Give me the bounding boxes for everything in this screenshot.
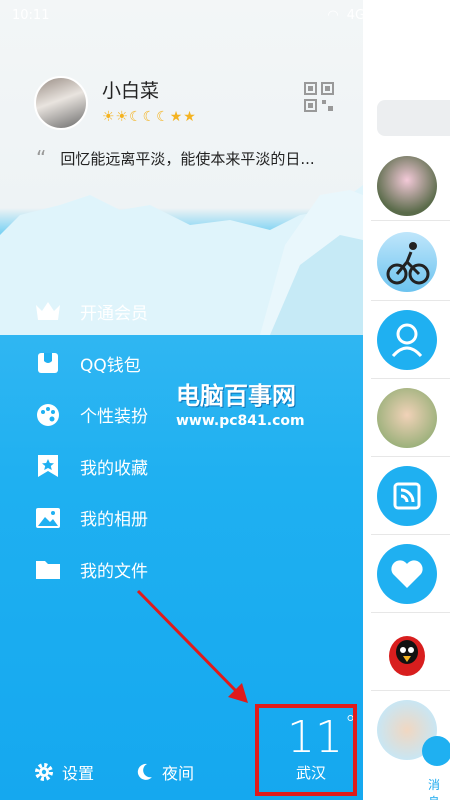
night-label: 夜间 [162,764,195,783]
divider [371,690,450,691]
menu-label: 我的相册 [80,510,148,531]
annotation-arrow [136,589,248,703]
contact-avatar[interactable] [377,156,437,216]
status-bar: 10:11 ◠ 4G 37% [0,0,450,32]
rss-icon[interactable] [377,466,437,526]
penguin-avatar[interactable] [377,622,437,682]
divider [371,220,450,221]
divider [371,534,450,535]
avatar[interactable] [34,76,88,130]
menu-label: 个性装扮 [80,407,148,428]
watermark-title: 电脑百事网 [176,382,296,410]
settings-button[interactable]: 设置 [34,760,94,784]
contact-list [363,32,450,800]
menu-item-wallet[interactable]: QQ钱包 [34,338,148,390]
menu-label: 我的收藏 [80,458,148,479]
menu-label: QQ钱包 [80,355,141,376]
drawer-panel: 小白菜 ☀☀☾☾☾★★ “ 回忆能远离平淡，能使本来平淡的日... 开通会员 Q… [0,0,363,800]
message-tab-label[interactable]: 消息 [428,776,450,800]
battery-percent: 37% [373,8,402,23]
menu-item-favorites[interactable]: 我的收藏 [34,441,148,493]
drawer-bottom-bar: 设置 夜间 [34,760,194,784]
battery-icon [410,9,436,22]
menu-label: 开通会员 [80,304,148,325]
moon-icon [137,763,153,780]
network-type: 4G [346,8,366,23]
status-time: 10:11 [12,8,50,23]
heart-icon[interactable] [377,544,437,604]
star-bookmark-icon [34,452,62,480]
wifi-icon: ◠ [327,8,339,23]
qr-code-icon[interactable] [304,82,334,112]
contact-avatar[interactable] [377,232,437,292]
quote-icon: “ [36,146,47,170]
menu-item-vip[interactable]: 开通会员 [34,286,148,338]
drawer-menu: 开通会员 QQ钱包 个性装扮 我的收藏 我的相册 我的文件 [34,286,148,595]
nickname: 小白菜 [102,80,160,102]
gear-icon [35,763,53,781]
divider [371,300,450,301]
highlight-box [255,704,357,796]
signature-text: 回忆能远离平淡，能使本来平淡的日... [60,149,315,168]
wallet-icon [34,349,62,377]
profile-header[interactable]: 小白菜 ☀☀☾☾☾★★ [34,76,197,130]
message-tab-icon[interactable] [422,736,450,766]
night-mode-button[interactable]: 夜间 [134,760,194,784]
folder-icon [34,555,62,583]
menu-item-theme[interactable]: 个性装扮 [34,389,148,441]
signature[interactable]: “ 回忆能远离平淡，能使本来平淡的日... [36,146,315,170]
divider [371,456,450,457]
crown-icon [34,298,62,326]
divider [371,612,450,613]
contact-avatar[interactable] [377,388,437,448]
menu-item-album[interactable]: 我的相册 [34,492,148,544]
watermark-url: www.pc841.com [176,413,305,429]
search-bar[interactable] [377,100,450,136]
settings-label: 设置 [62,764,95,783]
default-avatar-icon[interactable] [377,310,437,370]
menu-label: 我的文件 [80,561,148,582]
divider [371,378,450,379]
site-watermark: 电脑百事网 www.pc841.com [176,376,305,429]
level-icons: ☀☀☾☾☾★★ [102,109,197,125]
photo-icon [34,504,62,532]
palette-icon [34,401,62,429]
